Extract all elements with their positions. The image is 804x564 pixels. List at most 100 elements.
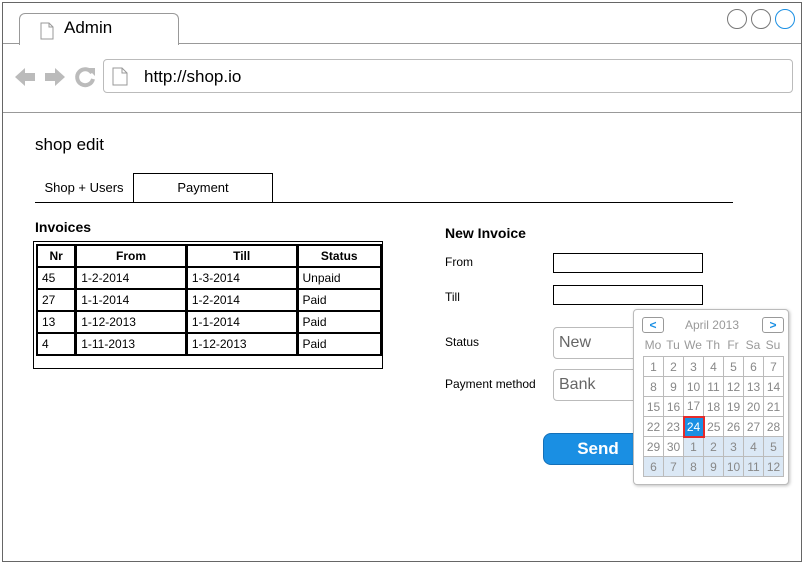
calendar-day[interactable]: 29	[643, 436, 664, 457]
cell-nr: 13	[38, 312, 77, 334]
calendar-day[interactable]: 11	[703, 376, 724, 397]
table-row[interactable]: 27 1-1-2014 1-2-2014 Paid	[38, 290, 382, 312]
weekday-label: Sa	[745, 338, 761, 352]
calendar-week: 29 30 1 2 3 4 5	[643, 436, 784, 457]
back-arrow-icon[interactable]	[13, 65, 37, 89]
calendar-day[interactable]: 16	[663, 396, 684, 417]
browser-tab[interactable]: Admin	[19, 13, 179, 45]
cell-status: Unpaid	[297, 268, 382, 290]
invoices-table: Nr From Till Status 45 1-2-2014 1-3-2014…	[36, 244, 382, 356]
till-date-input[interactable]	[553, 285, 703, 305]
calendar-day[interactable]: 20	[743, 396, 764, 417]
cell-from: 1-12-2013	[76, 312, 187, 334]
calendar-day-selected[interactable]: 24	[682, 415, 705, 438]
calendar-day[interactable]: 27	[743, 416, 764, 437]
weekday-label: We	[684, 338, 702, 352]
calendar-day[interactable]: 19	[723, 396, 744, 417]
calendar-day-next-month[interactable]: 6	[643, 456, 664, 477]
table-row[interactable]: 4 1-11-2013 1-12-2013 Paid	[38, 334, 382, 356]
date-picker: < April 2013 > Mo Tu We Th Fr Sa Su 1 2 …	[633, 309, 789, 485]
minimize-button[interactable]	[727, 9, 747, 29]
calendar-day-next-month[interactable]: 8	[683, 456, 704, 477]
calendar-day[interactable]: 2	[663, 356, 684, 377]
from-date-input[interactable]	[553, 253, 703, 273]
calendar-day[interactable]: 30	[663, 436, 684, 457]
cell-till: 1-3-2014	[186, 268, 298, 290]
calendar-day-next-month[interactable]: 1	[683, 436, 704, 457]
calendar-day[interactable]: 8	[643, 376, 664, 397]
calendar-day[interactable]: 18	[703, 396, 724, 417]
tab-strip-line	[3, 43, 20, 44]
page-icon	[40, 22, 54, 40]
calendar-day-next-month[interactable]: 10	[723, 456, 744, 477]
tab-strip-line	[178, 43, 801, 44]
payment-method-label: Payment method	[445, 377, 536, 391]
calendar-day[interactable]: 25	[703, 416, 724, 437]
reload-icon[interactable]	[73, 65, 97, 89]
address-bar[interactable]: http://shop.io	[103, 59, 793, 93]
calendar-day[interactable]: 6	[743, 356, 764, 377]
weekday-label: Mo	[644, 338, 662, 352]
calendar-day-next-month[interactable]: 5	[763, 436, 784, 457]
cell-till: 1-2-2014	[186, 290, 298, 312]
calendar-day[interactable]: 12	[723, 376, 744, 397]
table-row[interactable]: 13 1-12-2013 1-1-2014 Paid	[38, 312, 382, 334]
calendar-day[interactable]: 22	[643, 416, 664, 437]
tab-payment[interactable]: Payment	[133, 173, 273, 203]
table-row[interactable]: 45 1-2-2014 1-3-2014 Unpaid	[38, 268, 382, 290]
cell-till: 1-1-2014	[186, 312, 298, 334]
new-invoice-title: New Invoice	[445, 225, 526, 241]
calendar-day[interactable]: 13	[743, 376, 764, 397]
calendar-week: 1 2 3 4 5 6 7	[643, 356, 784, 377]
weekday-label: Th	[705, 338, 720, 352]
calendar-day-next-month[interactable]: 3	[723, 436, 744, 457]
calendar-day[interactable]: 23	[663, 416, 684, 437]
calendar-day[interactable]: 21	[763, 396, 784, 417]
column-header-from[interactable]: From	[76, 246, 187, 268]
calendar-day-next-month[interactable]: 7	[663, 456, 684, 477]
calendar-day[interactable]: 9	[663, 376, 684, 397]
weekday-label: Fr	[727, 338, 739, 352]
maximize-button[interactable]	[751, 9, 771, 29]
calendar-day-next-month[interactable]: 9	[703, 456, 724, 477]
cell-status: Paid	[297, 290, 382, 312]
tab-title: Admin	[64, 18, 113, 37]
calendar-day[interactable]: 5	[723, 356, 744, 377]
tab-shop-users[interactable]: Shop + Users	[35, 173, 133, 203]
calendar-day[interactable]: 26	[723, 416, 744, 437]
calendar-day[interactable]: 1	[643, 356, 664, 377]
payment-method-value: Bank	[559, 376, 596, 393]
calendar-day[interactable]: 17	[683, 396, 704, 417]
till-label: Till	[445, 290, 460, 304]
calendar-day-next-month[interactable]: 4	[743, 436, 764, 457]
calendar-day[interactable]: 14	[763, 376, 784, 397]
from-label: From	[445, 255, 473, 269]
calendar-day-next-month[interactable]: 12	[763, 456, 784, 477]
calendar-day-next-month[interactable]: 11	[743, 456, 764, 477]
cell-nr: 45	[38, 268, 77, 290]
cell-nr: 4	[38, 334, 77, 356]
browser-chrome: Admin http://shop.io	[3, 3, 801, 113]
cell-till: 1-12-2013	[186, 334, 298, 356]
status-select-value: New	[559, 334, 592, 351]
calendar-day[interactable]: 7	[763, 356, 784, 377]
calendar-day[interactable]: 28	[763, 416, 784, 437]
column-header-nr[interactable]: Nr	[38, 246, 77, 268]
tabs-underline	[35, 202, 733, 203]
cell-from: 1-1-2014	[76, 290, 187, 312]
cell-status: Paid	[297, 312, 382, 334]
weekday-label: Tu	[666, 338, 680, 352]
column-header-till[interactable]: Till	[186, 246, 298, 268]
close-button[interactable]	[775, 9, 795, 29]
column-header-status[interactable]: Status	[297, 246, 382, 268]
calendar-day[interactable]: 4	[703, 356, 724, 377]
calendar-day-next-month[interactable]: 2	[703, 436, 724, 457]
calendar-day[interactable]: 15	[643, 396, 664, 417]
next-month-button[interactable]: >	[762, 317, 784, 333]
forward-arrow-icon[interactable]	[43, 65, 67, 89]
status-label: Status	[445, 335, 480, 349]
calendar-day[interactable]: 3	[683, 356, 704, 377]
calendar-week: 22 23 24 25 26 27 28	[643, 415, 784, 438]
calendar-day[interactable]: 10	[683, 376, 704, 397]
cell-nr: 27	[38, 290, 77, 312]
